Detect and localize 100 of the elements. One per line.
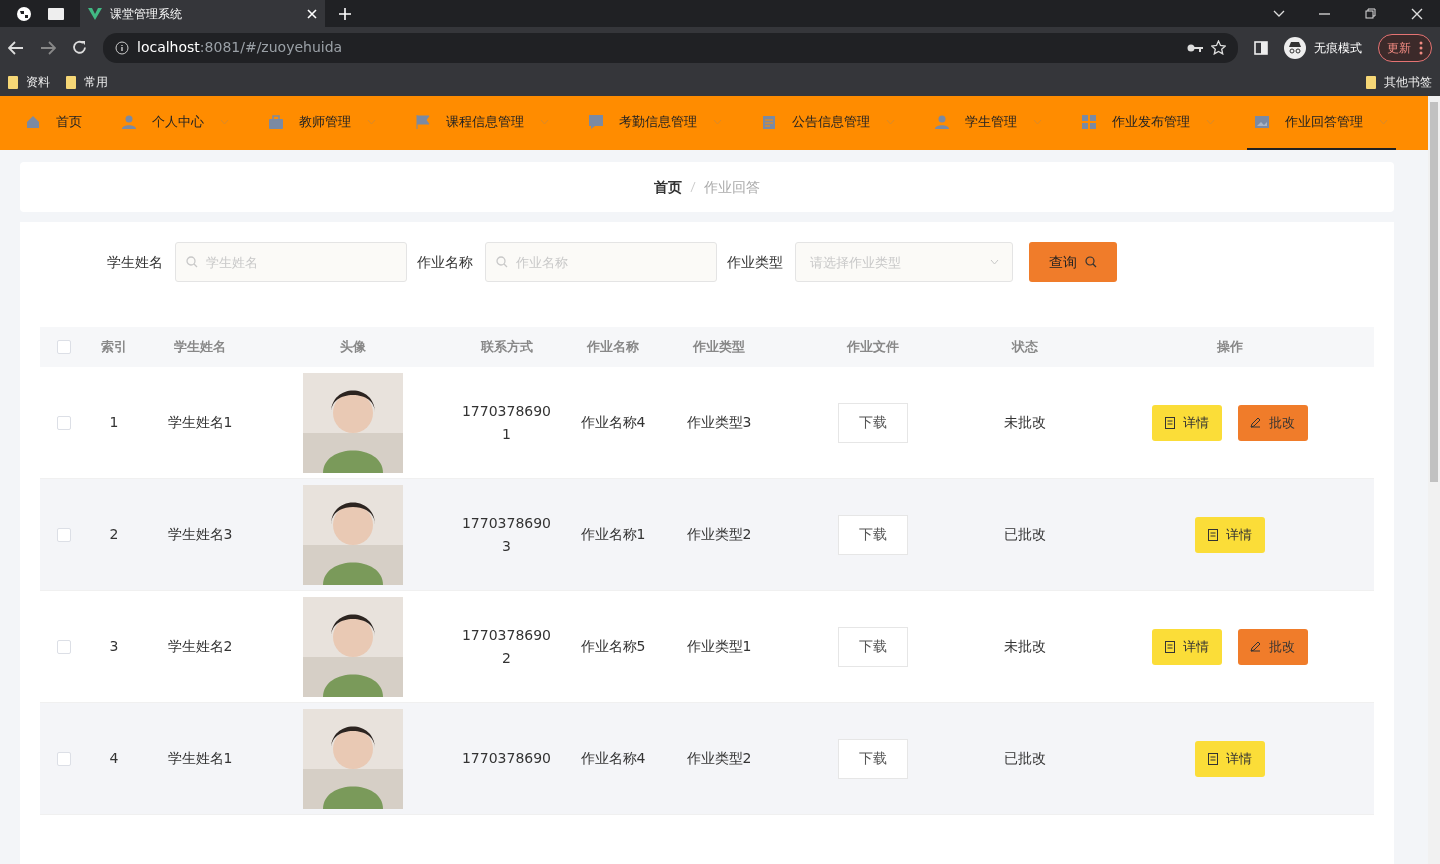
briefcase-icon: [269, 115, 283, 129]
caret-icon: [713, 119, 722, 125]
document-icon: [1164, 640, 1175, 653]
table-cell-text: 未批改: [1003, 637, 1047, 656]
nav-item[interactable]: 首页: [18, 96, 90, 150]
image-icon: [1255, 115, 1269, 129]
folder-icon: [8, 75, 18, 89]
caret-icon: [886, 119, 895, 125]
table-cell-text: 1770378690 2: [460, 625, 553, 668]
table-cell-text: 学生姓名1: [166, 413, 234, 432]
more-icon: [1419, 40, 1423, 55]
table-cell-text: 1770378690: [460, 749, 553, 768]
row-checkbox[interactable]: [57, 751, 71, 766]
scrollbar[interactable]: [1428, 96, 1440, 864]
download-button[interactable]: 下载: [837, 626, 908, 667]
row-checkbox[interactable]: [57, 415, 71, 430]
table-cell-text: 作业名称4: [579, 749, 647, 768]
nav-item[interactable]: 教师管理: [261, 96, 384, 150]
chevron-icon: [990, 259, 999, 265]
url-text: localhost:8081/#/zuoyehuida: [137, 38, 343, 57]
bookmark[interactable]: 常用: [66, 73, 108, 91]
table-cell-text: 作业类型2: [685, 749, 753, 768]
table-cell-text: 作业名称4: [579, 413, 647, 432]
breadcrumb-current: 作业回答: [704, 177, 760, 197]
side-panel-icon[interactable]: [1254, 40, 1268, 55]
table-cell-text: 2: [108, 525, 120, 544]
table-cell-text: 已批改: [1003, 525, 1047, 544]
download-button[interactable]: 下载: [837, 738, 908, 779]
table-cell-text: 1: [108, 413, 120, 432]
select-all-checkbox[interactable]: [57, 340, 71, 354]
key-icon[interactable]: [1187, 42, 1203, 53]
bookmark[interactable]: 其他书签: [1366, 73, 1432, 91]
table-cell-text: 作业类型2: [685, 525, 753, 544]
column-header: 作业名称: [585, 338, 640, 357]
table-cell-text: 未批改: [1003, 413, 1047, 432]
folder-icon: [66, 75, 76, 89]
restore-icon[interactable]: [1365, 7, 1377, 20]
bookmark[interactable]: 资料: [8, 73, 50, 91]
star-icon[interactable]: [1211, 40, 1226, 55]
field-label: 学生姓名: [107, 252, 163, 272]
incognito-icon[interactable]: [1284, 36, 1306, 59]
nav-item[interactable]: 作业回答管理: [1247, 96, 1396, 150]
close-icon[interactable]: [1411, 7, 1423, 20]
download-button[interactable]: 下载: [837, 514, 908, 555]
search-icon: [1085, 256, 1097, 268]
back-icon[interactable]: [8, 40, 24, 55]
address-bar[interactable]: localhost:8081/#/zuoyehuida: [103, 32, 1238, 63]
info-icon: [115, 40, 129, 55]
profile-label: 无痕模式: [1314, 39, 1362, 57]
nav-item[interactable]: 学生管理: [927, 96, 1050, 150]
pencil-icon: [1250, 641, 1261, 652]
detail-button[interactable]: 详情: [1151, 404, 1222, 441]
globe-icon[interactable]: [16, 5, 32, 22]
slash-icon: [690, 181, 696, 193]
window-icon[interactable]: [48, 7, 64, 20]
column-header: 作业类型: [691, 338, 746, 357]
breadcrumb-link[interactable]: 首页: [654, 176, 682, 198]
table-cell-text: 作业类型1: [685, 637, 753, 656]
detail-button[interactable]: 详情: [1151, 628, 1222, 665]
home-icon: [26, 115, 40, 129]
field-label: 作业名称: [417, 252, 473, 272]
document-icon: [1207, 528, 1218, 541]
column-header: 索引: [100, 338, 128, 357]
forward-icon[interactable]: [40, 40, 56, 55]
folder-icon: [1366, 75, 1376, 89]
table-cell-text: 作业类型3: [685, 413, 753, 432]
table-cell-text: 作业名称5: [579, 637, 647, 656]
nav-item[interactable]: 考勤信息管理: [581, 96, 730, 150]
nav-item[interactable]: 个人中心: [114, 96, 237, 150]
table-cell-text: 已批改: [1003, 749, 1047, 768]
table-cell-text: 4: [108, 749, 120, 768]
nav-item[interactable]: 公告信息管理: [754, 96, 903, 150]
tab-title: 课堂管理系统: [110, 5, 183, 23]
search-icon: [186, 256, 198, 268]
browser-tab[interactable]: 课堂管理系统: [80, 0, 325, 27]
clipboard-icon: [762, 115, 776, 129]
reload-icon[interactable]: [72, 40, 87, 55]
search-button[interactable]: 查询: [1029, 242, 1117, 282]
detail-button[interactable]: 详情: [1194, 516, 1265, 553]
row-checkbox[interactable]: [57, 639, 71, 654]
review-button[interactable]: 批改: [1237, 628, 1308, 665]
column-header: 学生姓名: [173, 338, 227, 357]
caret-icon: [540, 119, 549, 125]
nav-item[interactable]: 作业发布管理: [1074, 96, 1223, 150]
caret-icon: [1379, 119, 1388, 125]
download-button[interactable]: 下载: [837, 402, 908, 443]
table-cell-text: 学生姓名1: [166, 749, 234, 768]
update-button[interactable]: 更新: [1378, 33, 1432, 62]
row-checkbox[interactable]: [57, 527, 71, 542]
caret-icon: [1206, 119, 1215, 125]
table-cell-text: 1770378690 3: [460, 513, 553, 556]
caret-icon: [220, 119, 229, 125]
document-icon: [1207, 752, 1218, 765]
detail-button[interactable]: 详情: [1194, 740, 1265, 777]
nav-item[interactable]: 课程信息管理: [408, 96, 557, 150]
document-icon: [1164, 416, 1175, 429]
caret-icon: [367, 119, 376, 125]
new-tab-icon[interactable]: [339, 7, 351, 20]
column-header: 操作: [1215, 338, 1244, 357]
review-button[interactable]: 批改: [1237, 404, 1308, 441]
